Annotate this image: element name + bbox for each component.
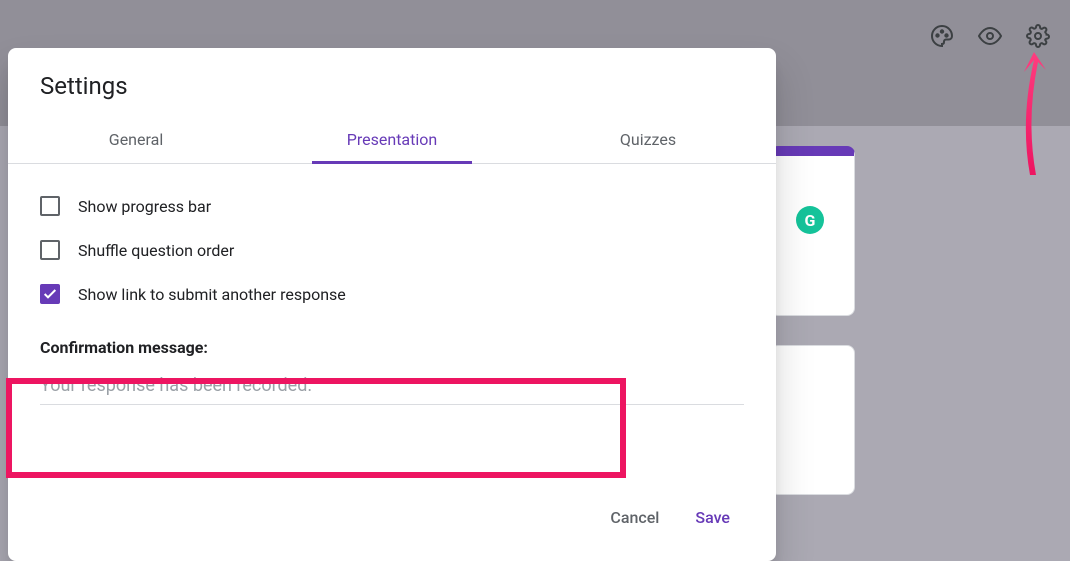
checkbox-label: Shuffle question order [78, 241, 234, 260]
confirmation-label: Confirmation message: [40, 338, 744, 357]
checkbox-shuffle-question-order[interactable] [40, 240, 60, 260]
checkbox-show-link-submit-another[interactable] [40, 284, 60, 304]
save-button[interactable]: Save [681, 498, 744, 537]
option-show-progress-bar: Show progress bar [40, 184, 744, 228]
cancel-button[interactable]: Cancel [596, 498, 673, 537]
dialog-title: Settings [8, 48, 776, 116]
gear-icon[interactable] [1026, 24, 1050, 48]
confirmation-section: Confirmation message: [40, 338, 744, 405]
background-form-card [770, 345, 855, 495]
confirmation-input[interactable] [40, 369, 744, 405]
option-show-link-submit-another: Show link to submit another response [40, 272, 744, 316]
dialog-body: Show progress bar Shuffle question order… [8, 164, 776, 498]
dialog-actions: Cancel Save [8, 498, 776, 561]
checkbox-show-progress-bar[interactable] [40, 196, 60, 216]
eye-icon[interactable] [978, 24, 1002, 48]
tab-general[interactable]: General [8, 116, 264, 163]
grammarly-badge: G [796, 206, 824, 234]
checkbox-label: Show progress bar [78, 197, 211, 216]
option-shuffle-question-order: Shuffle question order [40, 228, 744, 272]
palette-icon[interactable] [930, 24, 954, 48]
tabs-row: General Presentation Quizzes [8, 116, 776, 164]
tab-presentation[interactable]: Presentation [264, 116, 520, 163]
settings-dialog: Settings General Presentation Quizzes Sh… [8, 48, 776, 561]
top-toolbar [930, 24, 1050, 48]
tab-quizzes[interactable]: Quizzes [520, 116, 776, 163]
checkbox-label: Show link to submit another response [78, 285, 346, 304]
